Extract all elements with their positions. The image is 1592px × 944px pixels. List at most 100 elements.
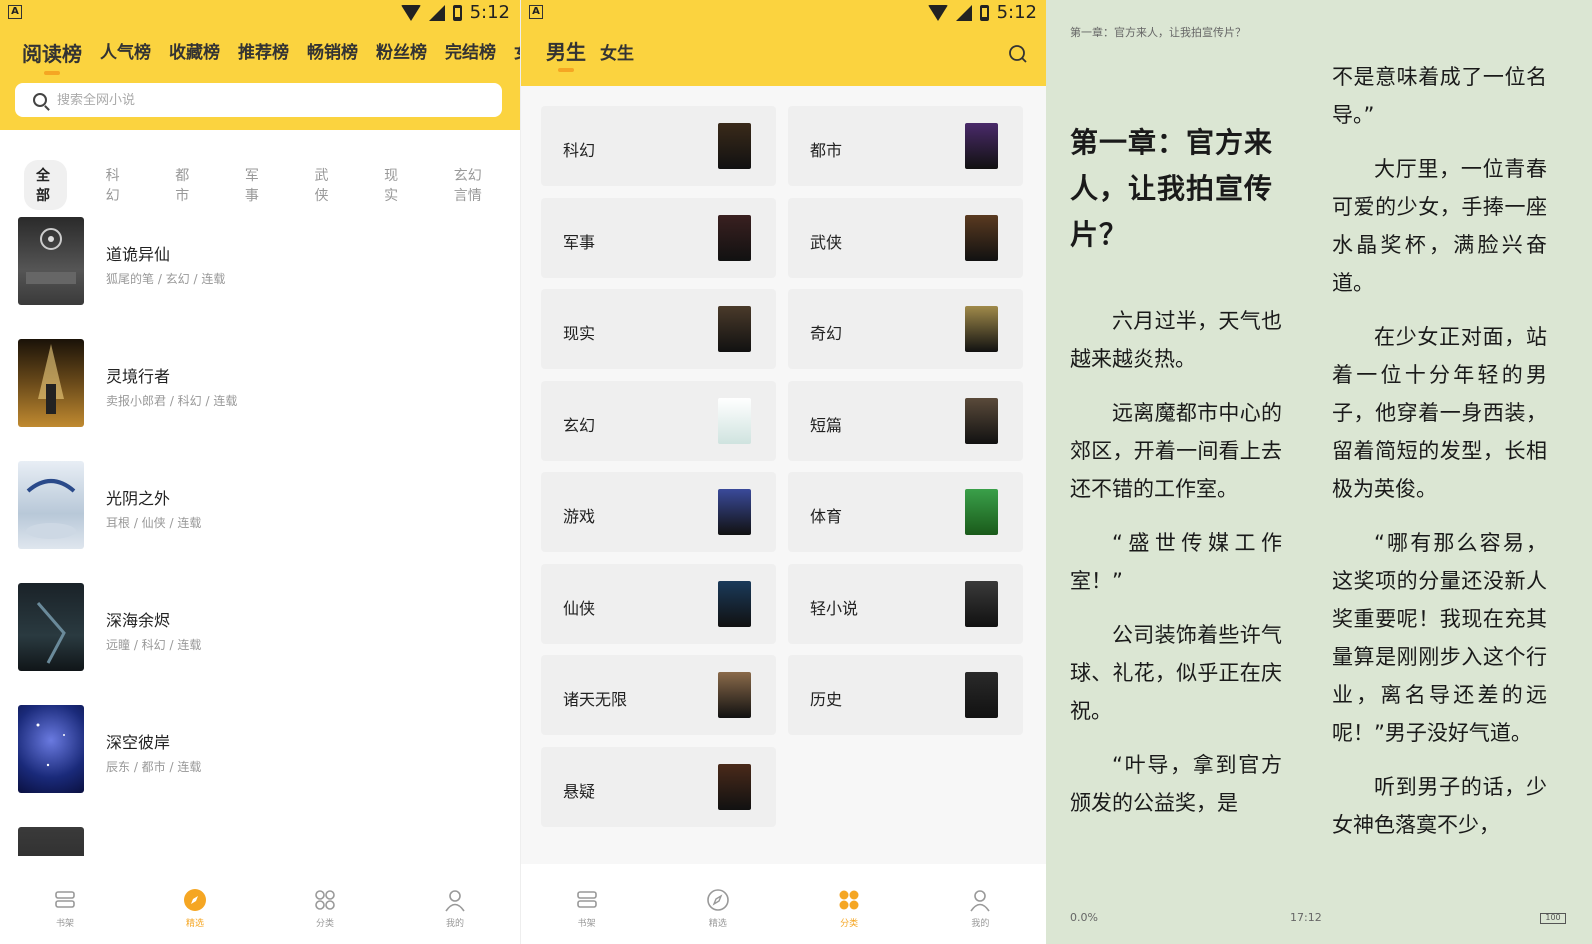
status-bar: A 5:12 — [0, 0, 520, 26]
nav-featured[interactable]: 精选 — [678, 888, 758, 929]
book-meta: 远瞳 / 科幻 / 连载 — [106, 638, 202, 652]
signal-icon — [428, 4, 445, 21]
category-urban[interactable]: 都市 — [788, 106, 1023, 186]
notification-icon: A — [8, 5, 22, 19]
status-time: 5:12 — [469, 2, 510, 23]
cover-art-icon — [26, 228, 76, 284]
category-cover — [965, 397, 998, 444]
tab-fans-rank[interactable]: 粉丝榜 — [376, 38, 427, 67]
tab-favorite-rank[interactable]: 收藏榜 — [169, 38, 220, 67]
category-cover — [965, 489, 998, 535]
category-label: 都市 — [810, 141, 843, 160]
filter-wuxia[interactable]: 武侠 — [303, 160, 346, 210]
category-label: 历史 — [810, 690, 843, 709]
tab-reading-rank[interactable]: 阅读榜 — [22, 38, 82, 67]
paragraph: 在少女正对面，站着一位十分年轻的男子，他穿着一身西装，留着简短的发型，长相极为英… — [1332, 325, 1547, 501]
category-label: 体育 — [810, 507, 843, 526]
filter-all[interactable]: 全部 — [24, 160, 67, 210]
nav-label: 我的 — [971, 918, 990, 929]
list-item[interactable]: 道诡异仙 狐尾的笔 / 玄幻 / 连载 — [0, 208, 520, 330]
list-item[interactable]: 光阴之外 耳根 / 仙侠 / 连载 — [0, 452, 520, 574]
nav-mine[interactable]: 我的 — [415, 888, 495, 929]
category-label: 仙侠 — [563, 598, 596, 618]
cover-art-icon — [36, 723, 65, 767]
nav-mine[interactable]: 我的 — [940, 888, 1020, 929]
category-infinite[interactable]: 诸天无限 — [541, 655, 776, 735]
filter-scifi[interactable]: 科幻 — [94, 160, 137, 210]
book-cover — [18, 461, 84, 549]
reader-column-left: 第一章：官方来人，让我拍宣传片？ 六月过半，天气也越来越炎热。 远离魔都市中心的… — [1070, 120, 1282, 838]
book-cover — [18, 827, 84, 856]
list-item[interactable]: 深空彼岸 辰东 / 都市 / 连载 — [0, 696, 520, 818]
category-sports[interactable]: 体育 — [788, 472, 1023, 552]
category-cover — [965, 672, 998, 718]
category-scifi[interactable]: 科幻 — [541, 106, 776, 186]
user-icon — [970, 889, 991, 911]
book-list: 道诡异仙 狐尾的笔 / 玄幻 / 连载 灵境行者 卖报小郎君 / 科幻 / 连载… — [0, 208, 520, 856]
cover-art-icon — [36, 602, 66, 664]
category-cover — [718, 123, 751, 169]
signal-icon — [955, 4, 972, 21]
category-label: 科幻 — [563, 141, 596, 160]
tab-female[interactable]: 女生 — [600, 39, 634, 64]
category-wuxia[interactable]: 武侠 — [788, 197, 1023, 278]
category-cover — [718, 580, 751, 627]
category-fantasy[interactable]: 玄幻 — [541, 380, 776, 461]
tab-bestseller-rank[interactable]: 畅销榜 — [307, 38, 358, 67]
category-light-novel[interactable]: 轻小说 — [788, 563, 1023, 644]
category-military[interactable]: 军事 — [541, 197, 776, 278]
paragraph: 远离魔都市中心的郊区，开着一间看上去还不错的工作室。 — [1070, 401, 1282, 501]
wifi-icon — [400, 4, 421, 21]
cover-art-icon — [38, 344, 64, 414]
notification-icon: A — [529, 5, 543, 19]
battery-icon — [979, 4, 989, 21]
search-bar[interactable] — [15, 83, 502, 117]
tab-recommend-rank[interactable]: 推荐榜 — [238, 38, 289, 67]
category-label: 军事 — [563, 232, 596, 252]
category-history[interactable]: 历史 — [788, 655, 1023, 735]
reader-column-right: 不是意味着成了一位名导。” 大厅里，一位青春可爱的少女，手捧一座水晶奖杯，满脸兴… — [1332, 58, 1547, 860]
tab-popular-rank[interactable]: 人气榜 — [100, 38, 151, 67]
filter-reality[interactable]: 现实 — [372, 160, 415, 210]
category-magic[interactable]: 奇幻 — [788, 289, 1023, 369]
nav-label: 分类 — [315, 918, 334, 929]
paragraph: “哪有那么容易，这奖项的分量还没新人奖重要呢！我现在充其量算是刚刚步入这个行业，… — [1332, 531, 1547, 745]
filter-military[interactable]: 军事 — [233, 160, 276, 210]
search-input[interactable] — [57, 92, 457, 108]
category-reality[interactable]: 现实 — [541, 289, 776, 369]
tab-finished-rank[interactable]: 完结榜 — [445, 38, 496, 67]
search-icon[interactable] — [1008, 44, 1028, 64]
category-screen: A 5:12 男生 女生 科幻 都市军事 武侠 现实 奇幻 玄幻 短篇 游戏 体育仙侠 轻小说 诸天… — [520, 0, 1046, 944]
category-xianxia[interactable]: 仙侠 — [541, 563, 776, 644]
book-title: 光阴之外 — [106, 489, 171, 508]
category-cover — [718, 763, 751, 810]
grid-icon — [839, 890, 859, 909]
nav-bookshelf[interactable]: 书架 — [25, 888, 105, 929]
nav-category[interactable]: 分类 — [809, 888, 889, 929]
list-item[interactable]: 灵境行者 卖报小郎君 / 科幻 / 连载 — [0, 330, 520, 452]
category-game[interactable]: 游戏 — [541, 472, 776, 552]
filter-fantasy-romance[interactable]: 玄幻言情 — [442, 160, 503, 210]
reader-screen[interactable]: 第一章：官方来人，让我拍宣传片？ 第一章：官方来人，让我拍宣传片？ 六月过半，天… — [1046, 0, 1592, 944]
status-bar: A 5:12 — [521, 0, 1046, 26]
tab-male[interactable]: 男生 — [546, 36, 586, 65]
category-cover — [718, 214, 751, 261]
nav-category[interactable]: 分类 — [285, 888, 365, 929]
category-cover — [965, 306, 998, 352]
filter-urban[interactable]: 都市 — [163, 160, 206, 210]
nav-featured[interactable]: 精选 — [155, 888, 235, 929]
category-mystery[interactable]: 悬疑 — [541, 746, 776, 827]
nav-bookshelf[interactable]: 书架 — [547, 888, 627, 929]
battery-icon — [452, 4, 462, 21]
book-cover — [18, 705, 84, 793]
category-short[interactable]: 短篇 — [788, 380, 1023, 461]
bottom-nav: 书架 精选 分类 我的 — [521, 864, 1046, 944]
ranking-screen: A 5:12 阅读榜 人气榜 收藏榜 推荐榜 畅销榜 粉丝榜 完结榜 女 全部 … — [0, 0, 520, 944]
ranking-header: A 5:12 阅读榜 人气榜 收藏榜 推荐榜 畅销榜 粉丝榜 完结榜 女 — [0, 0, 520, 130]
list-item[interactable] — [0, 818, 520, 856]
bookshelf-icon — [55, 890, 75, 908]
list-item[interactable]: 深海余烬 远瞳 / 科幻 / 连载 — [0, 574, 520, 696]
category-cover — [965, 214, 998, 261]
book-title: 灵境行者 — [106, 367, 171, 386]
grid-icon — [315, 889, 335, 910]
